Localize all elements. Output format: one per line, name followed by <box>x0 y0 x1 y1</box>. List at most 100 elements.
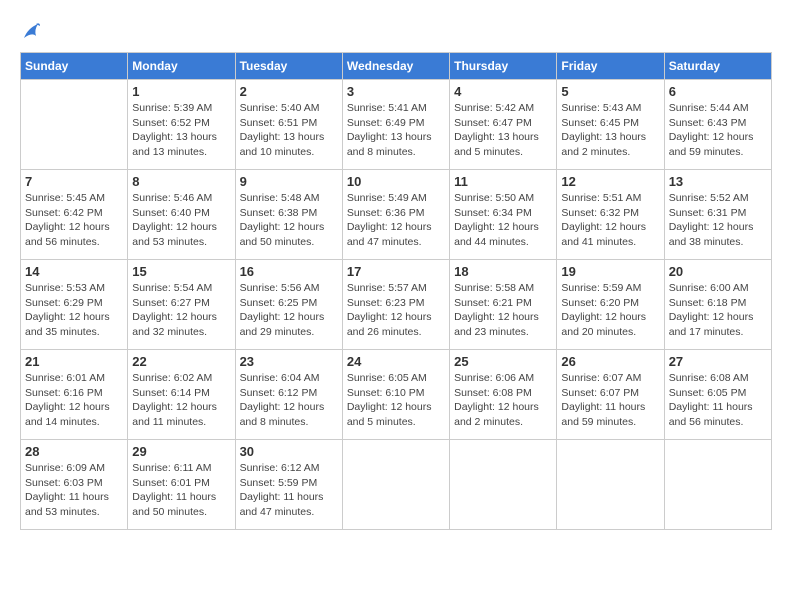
day-number: 13 <box>669 174 767 189</box>
day-info: Sunrise: 5:56 AMSunset: 6:25 PMDaylight:… <box>240 281 338 340</box>
day-number: 22 <box>132 354 230 369</box>
day-info: Sunrise: 5:53 AMSunset: 6:29 PMDaylight:… <box>25 281 123 340</box>
day-info: Sunrise: 5:45 AMSunset: 6:42 PMDaylight:… <box>25 191 123 250</box>
calendar-day-cell: 23 Sunrise: 6:04 AMSunset: 6:12 PMDayligh… <box>235 350 342 440</box>
day-number: 9 <box>240 174 338 189</box>
day-number: 30 <box>240 444 338 459</box>
day-info: Sunrise: 6:12 AMSunset: 5:59 PMDaylight:… <box>240 461 338 520</box>
day-info: Sunrise: 6:00 AMSunset: 6:18 PMDaylight:… <box>669 281 767 340</box>
calendar-day-cell: 21 Sunrise: 6:01 AMSunset: 6:16 PMDayligh… <box>21 350 128 440</box>
day-info: Sunrise: 6:11 AMSunset: 6:01 PMDaylight:… <box>132 461 230 520</box>
calendar-day-cell: 30 Sunrise: 6:12 AMSunset: 5:59 PMDayligh… <box>235 440 342 530</box>
calendar-week-row: 1 Sunrise: 5:39 AMSunset: 6:52 PMDaylight… <box>21 80 772 170</box>
day-info: Sunrise: 5:42 AMSunset: 6:47 PMDaylight:… <box>454 101 552 160</box>
calendar-day-cell: 6 Sunrise: 5:44 AMSunset: 6:43 PMDaylight… <box>664 80 771 170</box>
day-number: 29 <box>132 444 230 459</box>
day-info: Sunrise: 6:07 AMSunset: 6:07 PMDaylight:… <box>561 371 659 430</box>
calendar-day-cell: 27Sunrise: 6:08 AMSunset: 6:05 PMDayligh… <box>664 350 771 440</box>
calendar-week-row: 14Sunrise: 5:53 AMSunset: 6:29 PMDayligh… <box>21 260 772 350</box>
day-info: Sunrise: 5:54 AMSunset: 6:27 PMDaylight:… <box>132 281 230 340</box>
calendar-day-cell <box>664 440 771 530</box>
day-number: 8 <box>132 174 230 189</box>
calendar-day-cell: 15 Sunrise: 5:54 AMSunset: 6:27 PMDayligh… <box>128 260 235 350</box>
calendar-day-cell: 8 Sunrise: 5:46 AMSunset: 6:40 PMDaylight… <box>128 170 235 260</box>
day-info: Sunrise: 6:09 AMSunset: 6:03 PMDaylight:… <box>25 461 123 520</box>
day-number: 20 <box>669 264 767 279</box>
day-number: 23 <box>240 354 338 369</box>
day-info: Sunrise: 5:48 AMSunset: 6:38 PMDaylight:… <box>240 191 338 250</box>
calendar-header-row: SundayMondayTuesdayWednesdayThursdayFrid… <box>21 53 772 80</box>
calendar-day-cell: 1 Sunrise: 5:39 AMSunset: 6:52 PMDaylight… <box>128 80 235 170</box>
calendar-day-cell: 28 Sunrise: 6:09 AMSunset: 6:03 PMDayligh… <box>21 440 128 530</box>
weekday-header: Friday <box>557 53 664 80</box>
day-number: 11 <box>454 174 552 189</box>
day-info: Sunrise: 5:57 AMSunset: 6:23 PMDaylight:… <box>347 281 445 340</box>
day-number: 1 <box>132 84 230 99</box>
calendar-day-cell: 26 Sunrise: 6:07 AMSunset: 6:07 PMDayligh… <box>557 350 664 440</box>
day-number: 15 <box>132 264 230 279</box>
day-info: Sunrise: 5:39 AMSunset: 6:52 PMDaylight:… <box>132 101 230 160</box>
day-info: Sunrise: 5:46 AMSunset: 6:40 PMDaylight:… <box>132 191 230 250</box>
day-info: Sunrise: 5:51 AMSunset: 6:32 PMDaylight:… <box>561 191 659 250</box>
day-info: Sunrise: 5:41 AMSunset: 6:49 PMDaylight:… <box>347 101 445 160</box>
day-number: 3 <box>347 84 445 99</box>
logo <box>20 20 40 42</box>
calendar-day-cell: 13 Sunrise: 5:52 AMSunset: 6:31 PMDayligh… <box>664 170 771 260</box>
day-number: 16 <box>240 264 338 279</box>
day-number: 4 <box>454 84 552 99</box>
day-info: Sunrise: 6:06 AMSunset: 6:08 PMDaylight:… <box>454 371 552 430</box>
day-info: Sunrise: 5:52 AMSunset: 6:31 PMDaylight:… <box>669 191 767 250</box>
calendar-day-cell: 16 Sunrise: 5:56 AMSunset: 6:25 PMDayligh… <box>235 260 342 350</box>
weekday-header: Thursday <box>450 53 557 80</box>
day-info: Sunrise: 5:50 AMSunset: 6:34 PMDaylight:… <box>454 191 552 250</box>
calendar-day-cell: 12 Sunrise: 5:51 AMSunset: 6:32 PMDayligh… <box>557 170 664 260</box>
calendar-day-cell: 10 Sunrise: 5:49 AMSunset: 6:36 PMDayligh… <box>342 170 449 260</box>
calendar-day-cell: 3 Sunrise: 5:41 AMSunset: 6:49 PMDaylight… <box>342 80 449 170</box>
weekday-header: Sunday <box>21 53 128 80</box>
calendar-day-cell: 11 Sunrise: 5:50 AMSunset: 6:34 PMDayligh… <box>450 170 557 260</box>
day-info: Sunrise: 6:01 AMSunset: 6:16 PMDaylight:… <box>25 371 123 430</box>
calendar-day-cell: 25 Sunrise: 6:06 AMSunset: 6:08 PMDayligh… <box>450 350 557 440</box>
calendar-day-cell: 24Sunrise: 6:05 AMSunset: 6:10 PMDayligh… <box>342 350 449 440</box>
day-number: 28 <box>25 444 123 459</box>
calendar-day-cell: 22 Sunrise: 6:02 AMSunset: 6:14 PMDayligh… <box>128 350 235 440</box>
day-info: Sunrise: 5:40 AMSunset: 6:51 PMDaylight:… <box>240 101 338 160</box>
calendar-day-cell: 9 Sunrise: 5:48 AMSunset: 6:38 PMDaylight… <box>235 170 342 260</box>
logo-bird-icon <box>22 20 40 42</box>
calendar-day-cell: 19 Sunrise: 5:59 AMSunset: 6:20 PMDayligh… <box>557 260 664 350</box>
day-info: Sunrise: 5:49 AMSunset: 6:36 PMDaylight:… <box>347 191 445 250</box>
day-number: 21 <box>25 354 123 369</box>
calendar-day-cell: 14Sunrise: 5:53 AMSunset: 6:29 PMDayligh… <box>21 260 128 350</box>
day-number: 2 <box>240 84 338 99</box>
weekday-header: Saturday <box>664 53 771 80</box>
day-number: 19 <box>561 264 659 279</box>
day-info: Sunrise: 5:44 AMSunset: 6:43 PMDaylight:… <box>669 101 767 160</box>
day-number: 26 <box>561 354 659 369</box>
day-number: 25 <box>454 354 552 369</box>
day-info: Sunrise: 6:04 AMSunset: 6:12 PMDaylight:… <box>240 371 338 430</box>
calendar-table: SundayMondayTuesdayWednesdayThursdayFrid… <box>20 52 772 530</box>
day-number: 17 <box>347 264 445 279</box>
day-number: 18 <box>454 264 552 279</box>
day-info: Sunrise: 6:08 AMSunset: 6:05 PMDaylight:… <box>669 371 767 430</box>
calendar-week-row: 21 Sunrise: 6:01 AMSunset: 6:16 PMDayligh… <box>21 350 772 440</box>
day-number: 12 <box>561 174 659 189</box>
calendar-day-cell <box>557 440 664 530</box>
page-header <box>20 20 772 42</box>
calendar-day-cell: 17 Sunrise: 5:57 AMSunset: 6:23 PMDayligh… <box>342 260 449 350</box>
calendar-day-cell: 5 Sunrise: 5:43 AMSunset: 6:45 PMDaylight… <box>557 80 664 170</box>
calendar-day-cell <box>450 440 557 530</box>
day-info: Sunrise: 6:05 AMSunset: 6:10 PMDaylight:… <box>347 371 445 430</box>
day-number: 5 <box>561 84 659 99</box>
day-number: 10 <box>347 174 445 189</box>
calendar-day-cell: 18 Sunrise: 5:58 AMSunset: 6:21 PMDayligh… <box>450 260 557 350</box>
calendar-day-cell: 2 Sunrise: 5:40 AMSunset: 6:51 PMDaylight… <box>235 80 342 170</box>
day-info: Sunrise: 5:58 AMSunset: 6:21 PMDaylight:… <box>454 281 552 340</box>
calendar-week-row: 28 Sunrise: 6:09 AMSunset: 6:03 PMDayligh… <box>21 440 772 530</box>
calendar-day-cell <box>21 80 128 170</box>
day-info: Sunrise: 6:02 AMSunset: 6:14 PMDaylight:… <box>132 371 230 430</box>
day-number: 6 <box>669 84 767 99</box>
day-info: Sunrise: 5:43 AMSunset: 6:45 PMDaylight:… <box>561 101 659 160</box>
weekday-header: Wednesday <box>342 53 449 80</box>
day-info: Sunrise: 5:59 AMSunset: 6:20 PMDaylight:… <box>561 281 659 340</box>
